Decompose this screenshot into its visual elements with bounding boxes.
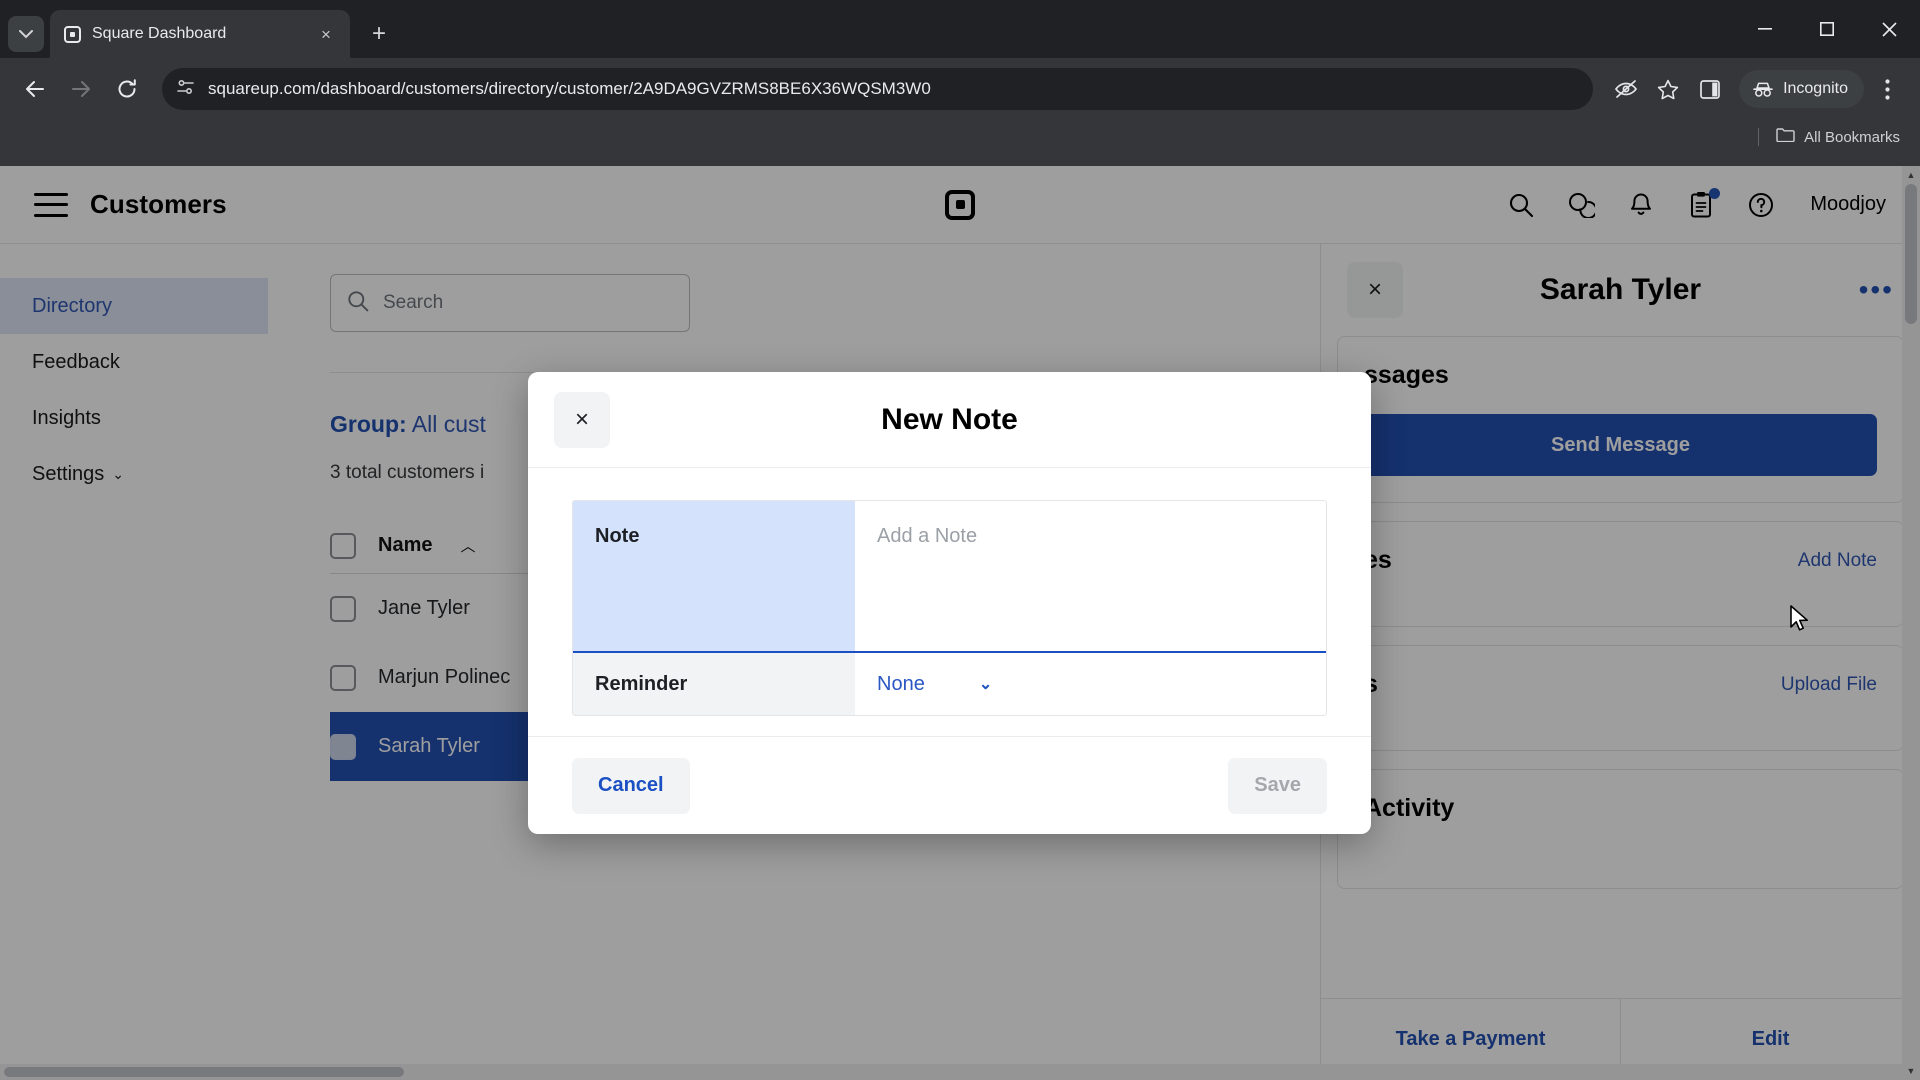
eye-slash-icon[interactable]: [1607, 70, 1645, 108]
page-settings-icon[interactable]: [176, 78, 196, 101]
square-logo-icon: [62, 24, 82, 44]
star-icon[interactable]: [1649, 70, 1687, 108]
address-bar[interactable]: squareup.com/dashboard/customers/directo…: [162, 68, 1594, 110]
reminder-select[interactable]: None ⌄: [855, 653, 1326, 715]
incognito-label: Incognito: [1783, 80, 1848, 97]
chevron-down-icon: ⌄: [978, 676, 993, 693]
tab-title: Square Dashboard: [92, 25, 227, 42]
window-controls: [1734, 0, 1920, 58]
modal-overlay: × New Note Note Add a Note Reminder None: [0, 166, 1920, 1080]
tab-search-button[interactable]: [8, 16, 44, 52]
note-label: Note: [573, 501, 855, 651]
minimize-icon[interactable]: [1734, 0, 1796, 58]
browser-tab[interactable]: Square Dashboard ×: [50, 10, 350, 58]
incognito-badge[interactable]: Incognito: [1739, 70, 1864, 108]
reload-button[interactable]: [106, 68, 148, 110]
forward-button[interactable]: [60, 68, 102, 110]
mouse-cursor: [1790, 605, 1812, 635]
note-placeholder: Add a Note: [877, 525, 978, 547]
modal-body: Note Add a Note Reminder None ⌄: [528, 468, 1371, 736]
divider: [1758, 128, 1760, 146]
note-textarea[interactable]: Add a Note: [855, 501, 1326, 651]
all-bookmarks-label[interactable]: All Bookmarks: [1804, 129, 1900, 146]
close-icon[interactable]: ×: [554, 391, 610, 448]
cancel-button[interactable]: Cancel: [572, 757, 690, 814]
browser-window: Square Dashboard × + squareup.com/dashbo…: [0, 0, 1920, 1080]
back-button[interactable]: [14, 68, 56, 110]
close-window-icon[interactable]: [1858, 0, 1920, 58]
browser-toolbar: squareup.com/dashboard/customers/directo…: [0, 58, 1920, 120]
kebab-menu-icon[interactable]: [1868, 70, 1906, 108]
modal-footer: Cancel Save: [528, 736, 1371, 834]
modal-header: × New Note: [528, 372, 1371, 468]
modal-title: New Note: [881, 402, 1018, 436]
note-field-row: Note Add a Note: [573, 501, 1326, 653]
note-form: Note Add a Note Reminder None ⌄: [572, 500, 1327, 716]
reminder-field-row: Reminder None ⌄: [573, 653, 1326, 715]
bookmarks-bar: All Bookmarks: [0, 120, 1920, 154]
side-panel-icon[interactable]: [1691, 70, 1729, 108]
new-note-modal: × New Note Note Add a Note Reminder None: [528, 372, 1371, 834]
url-text: squareup.com/dashboard/customers/directo…: [208, 79, 931, 98]
reminder-label: Reminder: [573, 653, 855, 715]
close-icon[interactable]: ×: [314, 22, 338, 46]
reminder-value: None: [877, 672, 925, 695]
new-tab-button[interactable]: +: [362, 17, 396, 51]
save-button[interactable]: Save: [1228, 757, 1327, 814]
maximize-icon[interactable]: [1796, 0, 1858, 58]
tab-strip: Square Dashboard × +: [0, 0, 1920, 58]
folder-icon: [1776, 127, 1795, 147]
